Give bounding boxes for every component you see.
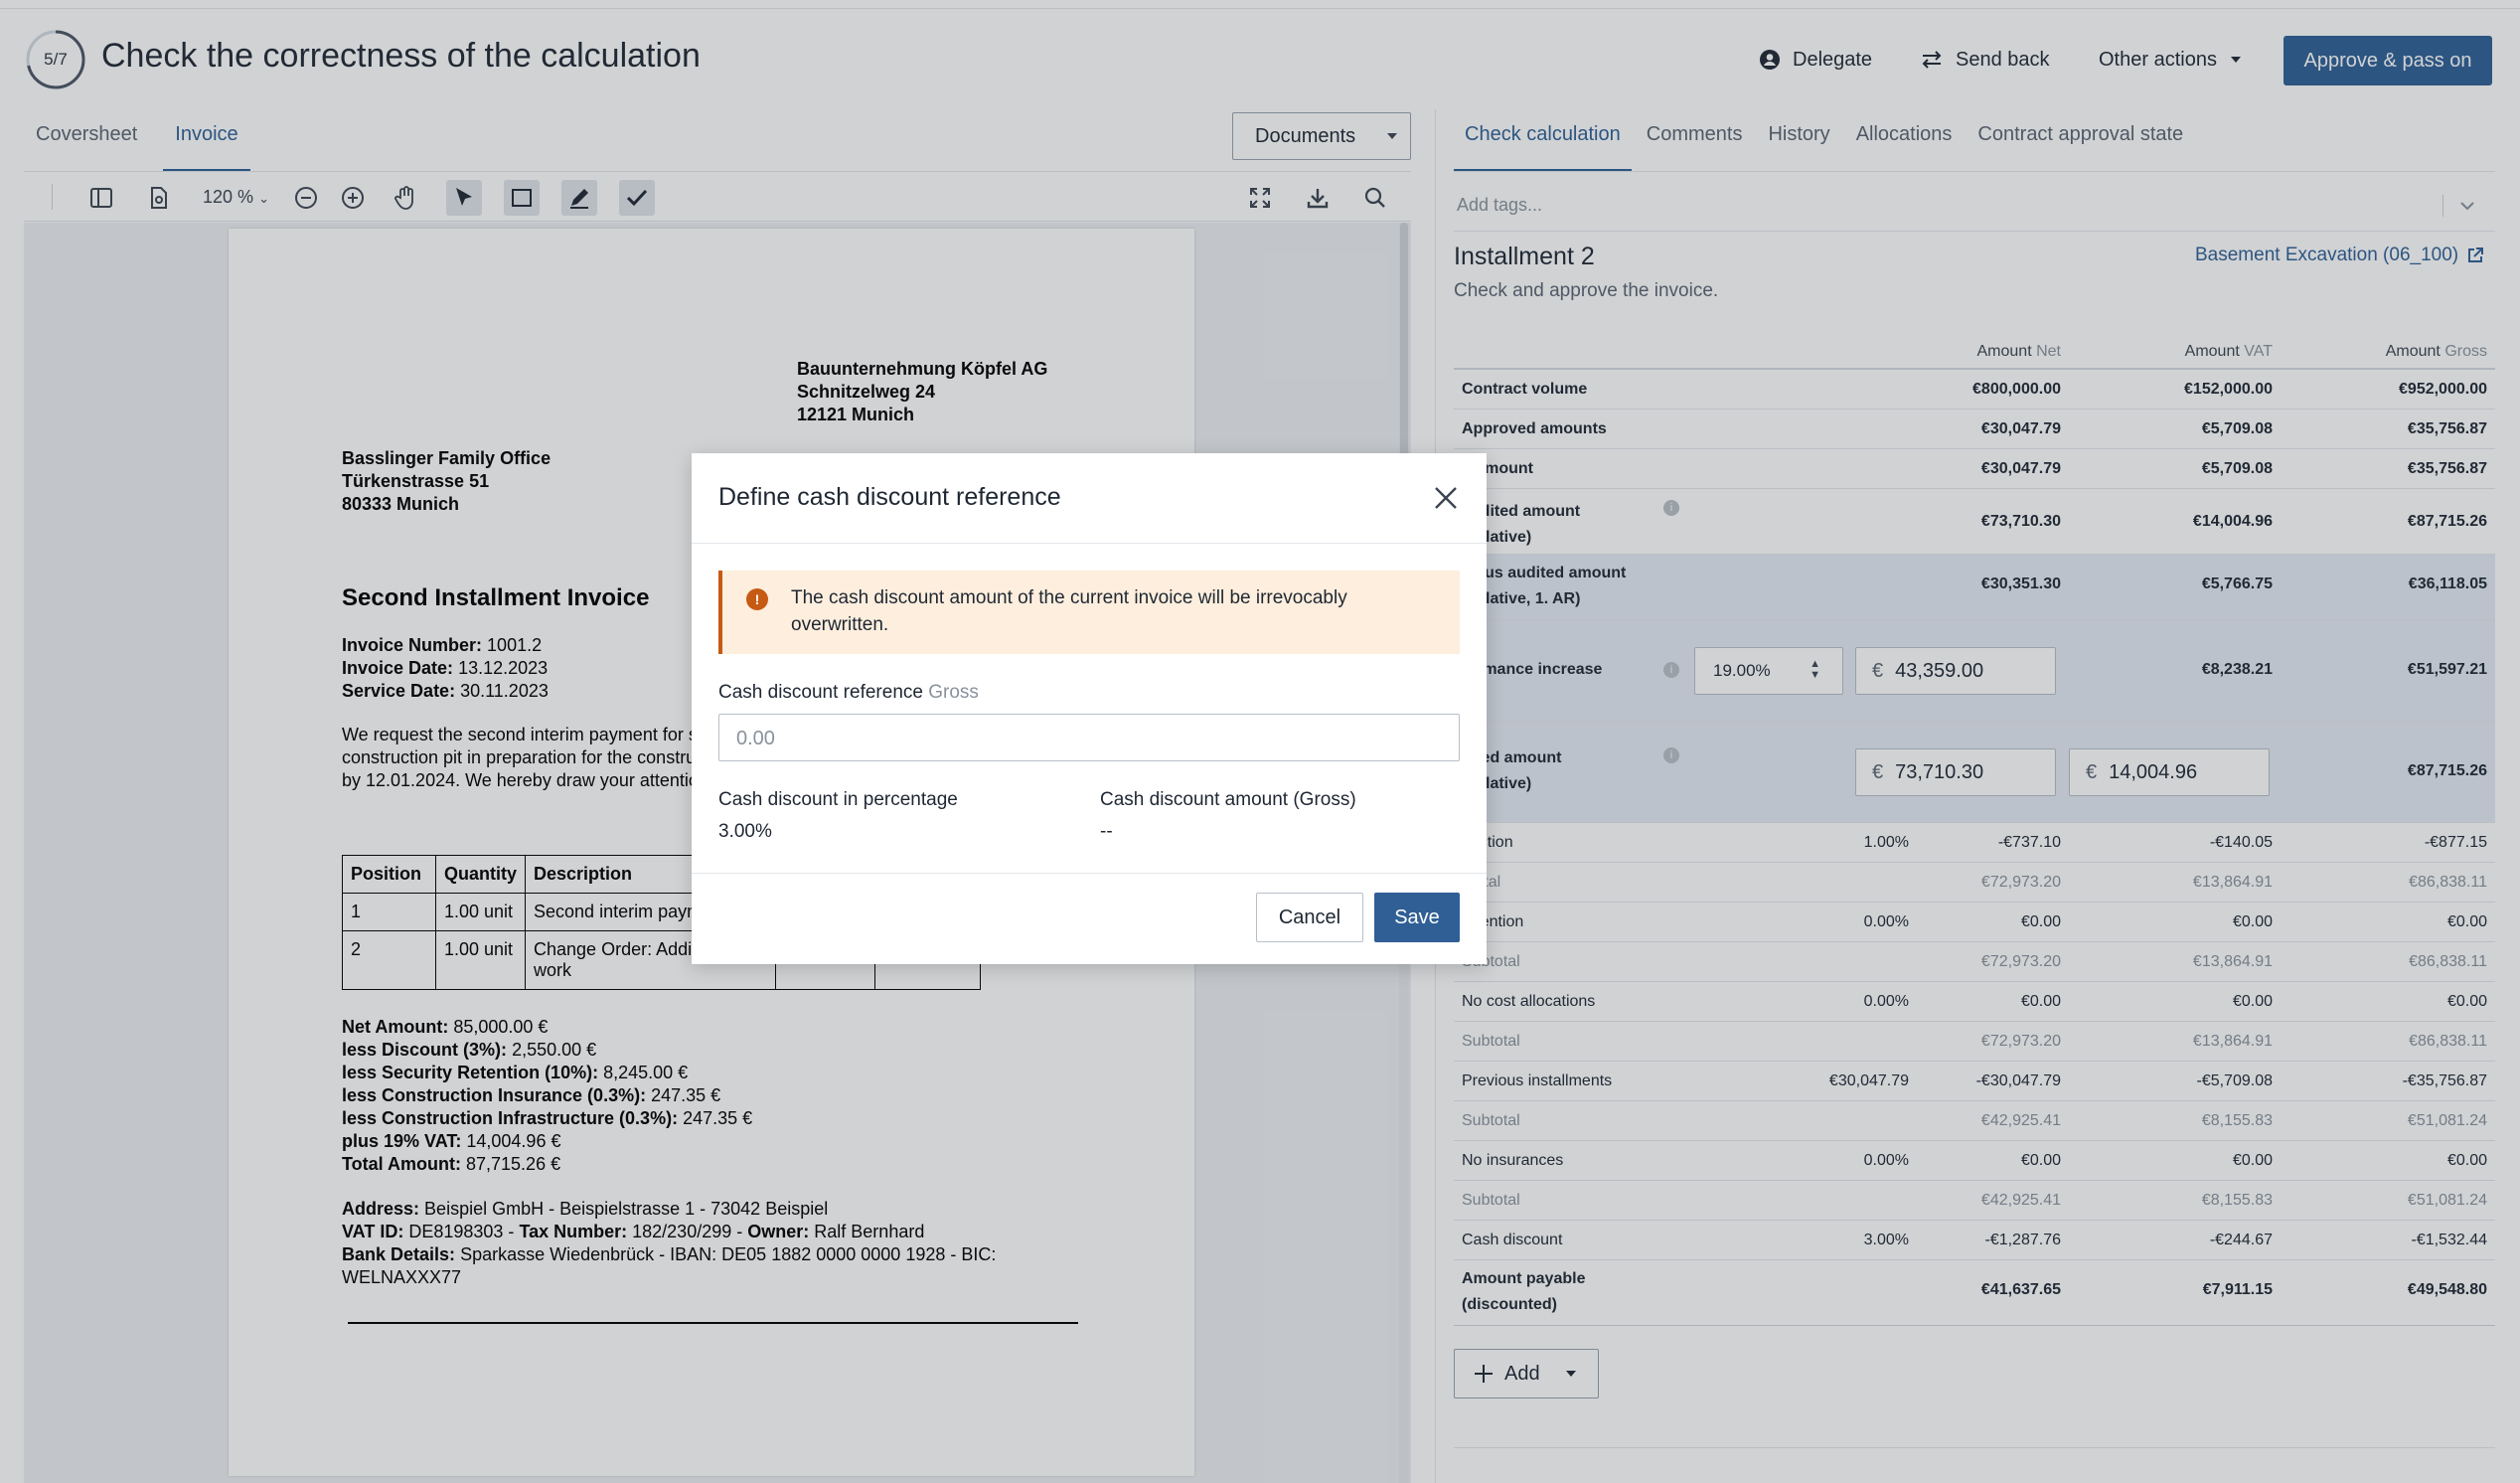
amount-value: -- [1100, 821, 1113, 842]
modal-divider [692, 543, 1487, 544]
warning-icon: ! [746, 588, 768, 610]
cash-discount-reference-input[interactable]: 0.00 [718, 714, 1460, 761]
modal-footer-divider [692, 873, 1487, 874]
warning-notice: ! The cash discount amount of the curren… [718, 571, 1460, 654]
amount-label: Cash discount amount (Gross) [1100, 789, 1356, 810]
cash-discount-modal: Define cash discount reference ! The cas… [692, 453, 1487, 964]
modal-title: Define cash discount reference [718, 483, 1061, 511]
cancel-button[interactable]: Cancel [1256, 893, 1363, 942]
percentage-label: Cash discount in percentage [718, 789, 958, 810]
reference-label: Cash discount reference Gross [718, 682, 979, 703]
close-icon [1435, 487, 1457, 509]
close-button[interactable] [1431, 483, 1461, 513]
warning-text: The cash discount amount of the current … [791, 587, 1347, 635]
save-button[interactable]: Save [1374, 893, 1460, 942]
percentage-value: 3.00% [718, 821, 772, 842]
